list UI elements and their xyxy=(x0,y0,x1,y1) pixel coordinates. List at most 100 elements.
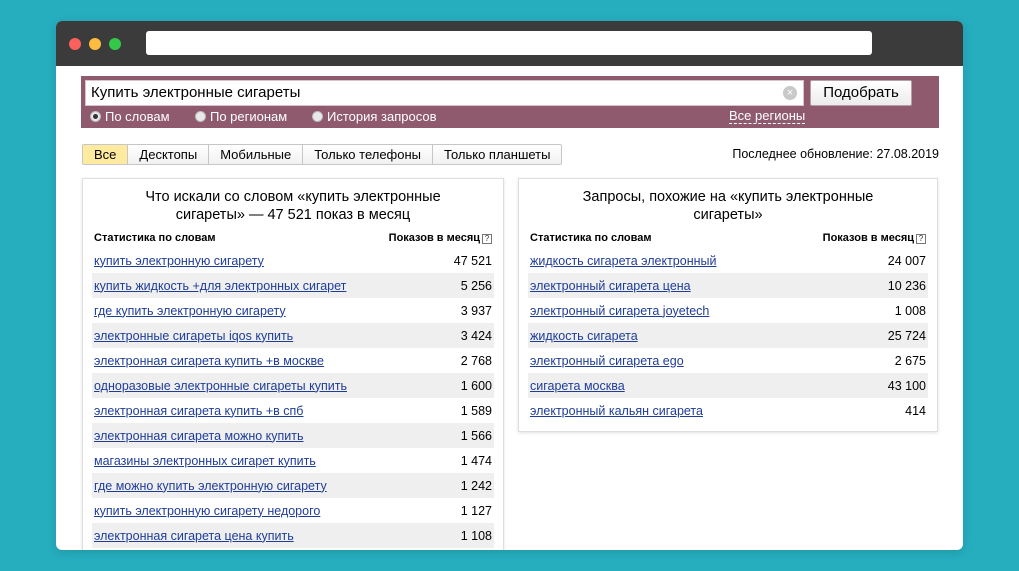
impressions-count: 3 424 xyxy=(460,328,492,343)
tab-desktops[interactable]: Десктопы xyxy=(127,145,209,164)
phrase-link[interactable]: электронный кальян сигарета xyxy=(530,404,703,418)
phrase-link[interactable]: где купить электронную сигарету xyxy=(94,304,286,318)
impressions-count: 1 108 xyxy=(460,528,492,543)
table-row: электронная сигарета купить +в москве 2 7… xyxy=(92,348,494,373)
impressions-count: 1 589 xyxy=(460,403,492,418)
impressions-count: 1 474 xyxy=(460,453,492,468)
phrase-link[interactable]: купить жидкость +для электронных сигарет xyxy=(94,279,346,293)
impressions-count: 2 675 xyxy=(894,353,926,368)
impressions-count: 2 768 xyxy=(460,353,492,368)
table-row: где купить электронную сигарету 3 937 xyxy=(92,298,494,323)
tab-all[interactable]: Все xyxy=(83,145,128,164)
impressions-count: 25 724 xyxy=(887,328,926,343)
impressions-count: 3 937 xyxy=(460,303,492,318)
table-row: купить электронную сигарету 47 521 xyxy=(92,248,494,273)
phrase-link[interactable]: купить электронную сигарету недорого xyxy=(94,504,320,518)
phrase-link[interactable]: электронная сигарета купить +в москве xyxy=(94,354,324,368)
panel-title-line: Запросы, похожие на «купить электронные xyxy=(582,189,874,205)
stats-table: купить электронную сигарету 47 521 купить … xyxy=(92,248,494,548)
table-row: электронная сигарета купить +в спб 1 589 xyxy=(92,398,494,423)
tab-tablets-only[interactable]: Только планшеты xyxy=(432,145,562,164)
clear-icon[interactable]: × xyxy=(783,86,797,100)
column-header-phrase: Статистика по словам xyxy=(530,232,652,244)
search-band-arrow xyxy=(925,76,939,128)
help-icon[interactable]: ? xyxy=(482,234,492,244)
tab-mobile[interactable]: Мобильные xyxy=(208,145,303,164)
impressions-count: 1 008 xyxy=(894,303,926,318)
stats-table: жидкость сигарета электронный 24 007 элект… xyxy=(528,248,928,423)
phrase-link[interactable]: электронный сигарета цена xyxy=(530,279,691,293)
impressions-count: 24 007 xyxy=(887,253,926,268)
impressions-count: 1 600 xyxy=(460,378,492,393)
address-bar[interactable] xyxy=(146,31,872,55)
radio-checked-icon xyxy=(90,111,101,122)
phrase-link[interactable]: магазины электронных сигарет купить xyxy=(94,454,316,468)
column-header-count: Показов в месяц? xyxy=(823,232,926,244)
phrase-link[interactable]: электронные сигареты iqos купить xyxy=(94,329,293,343)
table-row: электронная сигарета цена купить 1 108 xyxy=(92,523,494,548)
maximize-window-button[interactable] xyxy=(109,38,121,50)
table-row: электронный сигарета цена 10 236 xyxy=(528,273,928,298)
impressions-count: 1 127 xyxy=(460,503,492,518)
table-row: где можно купить электронную сигарету 1 2… xyxy=(92,473,494,498)
search-input[interactable]: Купить электронные сигареты xyxy=(85,80,804,106)
table-row: магазины электронных сигарет купить 1 474 xyxy=(92,448,494,473)
table-row: электронный кальян сигарета 414 xyxy=(528,398,928,423)
device-tabs: Все Десктопы Мобильные Только телефоны Т… xyxy=(82,144,563,165)
table-row: жидкость сигарета электронный 24 007 xyxy=(528,248,928,273)
phrase-link[interactable]: сигарета москва xyxy=(530,379,625,393)
phrase-link[interactable]: электронная сигарета цена купить xyxy=(94,529,294,543)
impressions-count: 10 236 xyxy=(887,278,926,293)
radio-history[interactable]: История запросов xyxy=(312,109,437,125)
radio-unchecked-icon xyxy=(312,111,323,122)
help-icon[interactable]: ? xyxy=(916,234,926,244)
impressions-count: 1 566 xyxy=(460,428,492,443)
column-header-phrase: Статистика по словам xyxy=(94,232,216,244)
table-row: электронная сигарета можно купить 1 566 xyxy=(92,423,494,448)
panel-title-line: сигареты» xyxy=(693,207,763,223)
column-header-count-label: Показов в месяц xyxy=(822,232,914,244)
phrase-link[interactable]: электронная сигарета можно купить xyxy=(94,429,304,443)
radio-label: По регионам xyxy=(210,109,288,124)
table-row: жидкость сигарета 25 724 xyxy=(528,323,928,348)
phrase-link[interactable]: электронная сигарета купить +в спб xyxy=(94,404,303,418)
minimize-window-button[interactable] xyxy=(89,38,101,50)
right-stats-panel: Запросы, похожие на «купить электронные … xyxy=(518,178,938,432)
phrase-link[interactable]: электронный сигарета joyetech xyxy=(530,304,709,318)
tab-phones-only[interactable]: Только телефоны xyxy=(302,145,433,164)
panel-title: Что искали со словом «купить электронные… xyxy=(83,188,503,224)
table-row: одноразовые электронные сигареты купить 1… xyxy=(92,373,494,398)
phrase-link[interactable]: жидкость сигарета электронный xyxy=(530,254,717,268)
impressions-count: 43 100 xyxy=(887,378,926,393)
radio-unchecked-icon xyxy=(195,111,206,122)
phrase-link[interactable]: жидкость сигарета xyxy=(530,329,638,343)
table-row: купить электронную сигарету недорого 1 12… xyxy=(92,498,494,523)
column-header-count: Показов в месяц? xyxy=(389,232,492,244)
column-header-count-label: Показов в месяц xyxy=(388,232,480,244)
phrase-link[interactable]: купить электронную сигарету xyxy=(94,254,264,268)
all-regions-link[interactable]: Все регионы xyxy=(729,109,806,124)
phrase-link[interactable]: электронный сигарета ego xyxy=(530,354,684,368)
radio-by-words[interactable]: По словам xyxy=(90,109,170,125)
radio-by-regions[interactable]: По регионам xyxy=(195,109,287,125)
panel-title-line: сигареты» — 47 521 показ в месяц xyxy=(175,207,411,223)
table-row: электронный сигарета joyetech 1 008 xyxy=(528,298,928,323)
impressions-count: 1 242 xyxy=(460,478,492,493)
browser-window: Купить электронные сигареты × Подобрать … xyxy=(56,21,963,550)
impressions-count: 47 521 xyxy=(453,253,492,268)
table-row: электронный сигарета ego 2 675 xyxy=(528,348,928,373)
impressions-count: 5 256 xyxy=(460,278,492,293)
last-update-text: Последнее обновление: 27.08.2019 xyxy=(732,147,939,161)
panel-title-line: Что искали со словом «купить электронные xyxy=(145,189,441,205)
table-row: сигарета москва 43 100 xyxy=(528,373,928,398)
phrase-link[interactable]: где можно купить электронную сигарету xyxy=(94,479,327,493)
title-bar xyxy=(56,21,963,66)
radio-label: По словам xyxy=(105,109,170,124)
submit-button[interactable]: Подобрать xyxy=(810,80,912,106)
table-row: электронные сигареты iqos купить 3 424 xyxy=(92,323,494,348)
radio-label: История запросов xyxy=(327,109,437,124)
close-window-button[interactable] xyxy=(69,38,81,50)
left-stats-panel: Что искали со словом «купить электронные… xyxy=(82,178,504,550)
table-row: купить жидкость +для электронных сигарет… xyxy=(92,273,494,298)
phrase-link[interactable]: одноразовые электронные сигареты купить xyxy=(94,379,347,393)
